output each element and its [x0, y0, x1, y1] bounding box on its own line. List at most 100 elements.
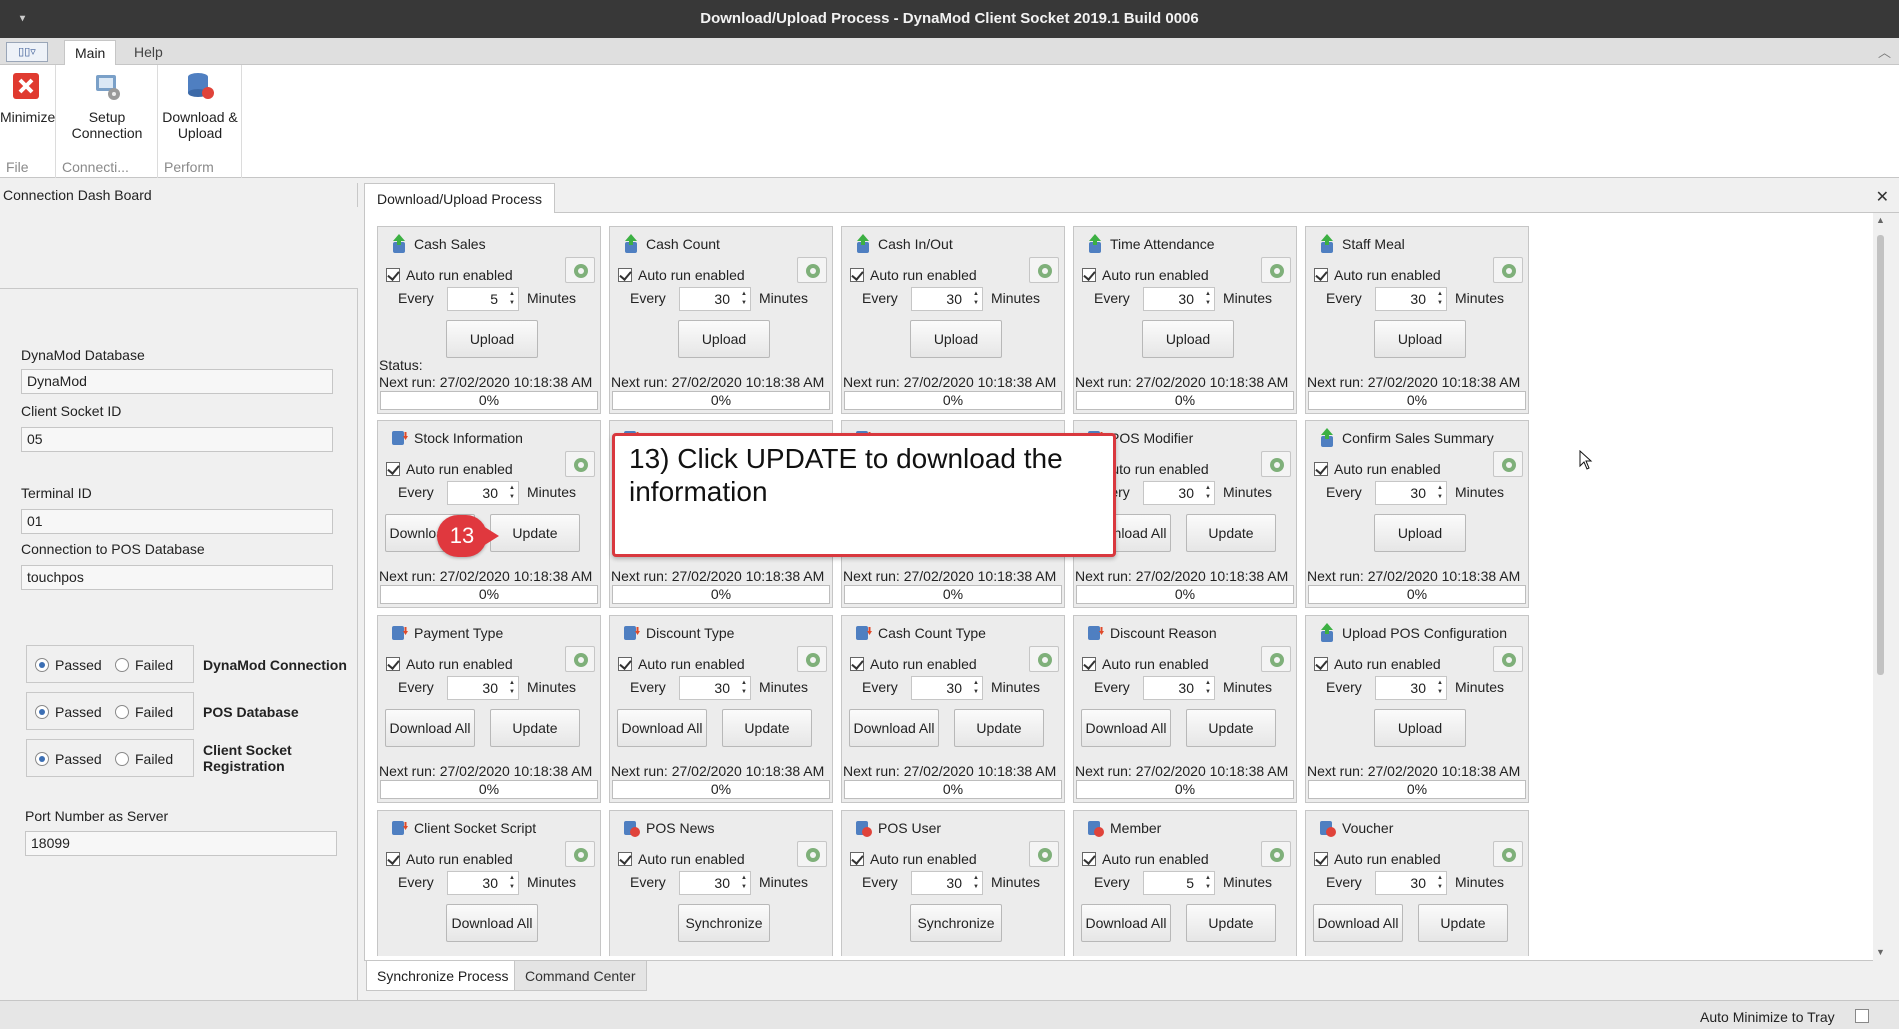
auto-run-checkbox[interactable]: Auto run enabled — [1082, 656, 1209, 672]
run-now-button[interactable] — [565, 257, 595, 283]
vertical-scrollbar[interactable]: ▲ ▼ — [1873, 213, 1889, 961]
app-menu-button[interactable]: ▯▯▿ — [6, 42, 48, 62]
auto-run-checkbox[interactable]: Auto run enabled — [1314, 656, 1441, 672]
update-button[interactable]: Update — [1186, 904, 1276, 942]
interval-stepper[interactable]: 30 — [447, 871, 519, 895]
auto-run-checkbox[interactable]: Auto run enabled — [1314, 851, 1441, 867]
auto-run-checkbox[interactable]: Auto run enabled — [618, 656, 745, 672]
failed-radio[interactable]: Failed — [115, 704, 173, 720]
run-now-button[interactable] — [1493, 451, 1523, 477]
download-all-button[interactable]: Download All — [849, 709, 939, 747]
interval-stepper[interactable]: 5 — [1143, 871, 1215, 895]
interval-stepper[interactable]: 30 — [1143, 287, 1215, 311]
passed-radio[interactable]: Passed — [35, 751, 102, 767]
auto-run-checkbox[interactable]: Auto run enabled — [386, 656, 513, 672]
passed-radio[interactable]: Passed — [35, 657, 102, 673]
upload-button[interactable]: Upload — [910, 320, 1002, 358]
update-button[interactable]: Update — [1186, 709, 1276, 747]
tab-download-upload-process[interactable]: Download/Upload Process — [364, 183, 555, 213]
download-all-button[interactable]: Download All — [1081, 904, 1171, 942]
interval-stepper[interactable]: 30 — [1143, 676, 1215, 700]
auto-run-checkbox[interactable]: Auto run enabled — [850, 267, 977, 283]
auto-run-checkbox[interactable]: Auto run enabled — [850, 851, 977, 867]
scroll-up-icon[interactable]: ▲ — [1876, 215, 1885, 225]
minimize-button[interactable]: Minimize — [0, 69, 55, 125]
auto-run-checkbox[interactable]: Auto run enabled — [386, 267, 513, 283]
upload-button[interactable]: Upload — [1374, 320, 1466, 358]
download-all-button[interactable]: Download All — [617, 709, 707, 747]
run-now-button[interactable] — [1261, 646, 1291, 672]
scroll-thumb[interactable] — [1877, 235, 1884, 675]
update-button[interactable]: Update — [722, 709, 812, 747]
download-all-button[interactable]: Download All — [385, 709, 475, 747]
auto-run-checkbox[interactable]: Auto run enabled — [618, 267, 745, 283]
synchronize-button[interactable]: Synchronize — [678, 904, 770, 942]
auto-run-checkbox[interactable]: Auto run enabled — [386, 851, 513, 867]
run-now-button[interactable] — [565, 646, 595, 672]
interval-stepper[interactable]: 30 — [447, 676, 519, 700]
client-socket-id-field[interactable]: 05 — [21, 427, 333, 452]
synchronize-button[interactable]: Synchronize — [910, 904, 1002, 942]
interval-stepper[interactable]: 30 — [911, 287, 983, 311]
passed-radio[interactable]: Passed — [35, 704, 102, 720]
terminal-id-field[interactable]: 01 — [21, 509, 333, 534]
auto-run-checkbox[interactable]: Auto run enabled — [1082, 851, 1209, 867]
upload-button[interactable]: Upload — [1374, 514, 1466, 552]
run-now-button[interactable] — [797, 257, 827, 283]
port-number-field[interactable]: 18099 — [25, 831, 337, 856]
interval-stepper[interactable]: 5 — [447, 287, 519, 311]
run-now-button[interactable] — [1493, 841, 1523, 867]
run-now-button[interactable] — [565, 841, 595, 867]
auto-run-checkbox[interactable]: Auto run enabled — [1314, 267, 1441, 283]
auto-run-checkbox[interactable]: Auto run enabled — [1314, 461, 1441, 477]
interval-stepper[interactable]: 30 — [1143, 481, 1215, 505]
upload-button[interactable]: Upload — [1374, 709, 1466, 747]
download-upload-button[interactable]: Download & Upload — [162, 69, 238, 141]
system-menu-icon[interactable]: ▾ — [20, 0, 25, 38]
failed-radio[interactable]: Failed — [115, 751, 173, 767]
update-button[interactable]: Update — [954, 709, 1044, 747]
run-now-button[interactable] — [1493, 257, 1523, 283]
tab-help[interactable]: Help — [124, 40, 173, 65]
auto-run-checkbox[interactable]: Auto run enabled — [618, 851, 745, 867]
run-now-button[interactable] — [1261, 841, 1291, 867]
failed-radio[interactable]: Failed — [115, 657, 173, 673]
interval-stepper[interactable]: 30 — [1375, 481, 1447, 505]
tab-command-center[interactable]: Command Center — [514, 961, 647, 991]
setup-connection-button[interactable]: Setup Connection — [64, 69, 150, 141]
close-tab-icon[interactable]: ✕ — [1876, 187, 1889, 207]
auto-run-checkbox[interactable]: Auto run enabled — [1082, 267, 1209, 283]
interval-stepper[interactable]: 30 — [911, 676, 983, 700]
interval-stepper[interactable]: 30 — [679, 287, 751, 311]
run-now-button[interactable] — [797, 841, 827, 867]
update-button[interactable]: Update — [1418, 904, 1508, 942]
run-now-button[interactable] — [565, 451, 595, 477]
interval-stepper[interactable]: 30 — [447, 481, 519, 505]
download-all-button[interactable]: Download All — [446, 904, 538, 942]
run-now-button[interactable] — [1029, 257, 1059, 283]
upload-button[interactable]: Upload — [678, 320, 770, 358]
auto-run-checkbox[interactable]: Auto run enabled — [386, 461, 513, 477]
upload-button[interactable]: Upload — [1142, 320, 1234, 358]
pos-database-connection-field[interactable]: touchpos — [21, 565, 333, 590]
interval-stepper[interactable]: 30 — [911, 871, 983, 895]
update-button[interactable]: Update — [490, 709, 580, 747]
download-all-button[interactable]: Download All — [1081, 709, 1171, 747]
interval-stepper[interactable]: 30 — [1375, 287, 1447, 311]
auto-run-checkbox[interactable]: Auto run enabled — [850, 656, 977, 672]
run-now-button[interactable] — [797, 646, 827, 672]
update-button[interactable]: Update — [1186, 514, 1276, 552]
update-button[interactable]: Update — [490, 514, 580, 552]
collapse-ribbon-icon[interactable]: ︿ — [1878, 42, 1891, 61]
interval-stepper[interactable]: 30 — [1375, 871, 1447, 895]
download-all-button[interactable]: Download All — [1313, 904, 1403, 942]
dynamod-database-field[interactable]: DynaMod — [21, 369, 333, 394]
tab-synchronize-process[interactable]: Synchronize Process — [366, 961, 520, 991]
run-now-button[interactable] — [1261, 451, 1291, 477]
interval-stepper[interactable]: 30 — [1375, 676, 1447, 700]
auto-minimize-checkbox[interactable] — [1855, 1009, 1869, 1023]
scroll-down-icon[interactable]: ▼ — [1876, 947, 1885, 957]
run-now-button[interactable] — [1493, 646, 1523, 672]
run-now-button[interactable] — [1029, 841, 1059, 867]
upload-button[interactable]: Upload — [446, 320, 538, 358]
